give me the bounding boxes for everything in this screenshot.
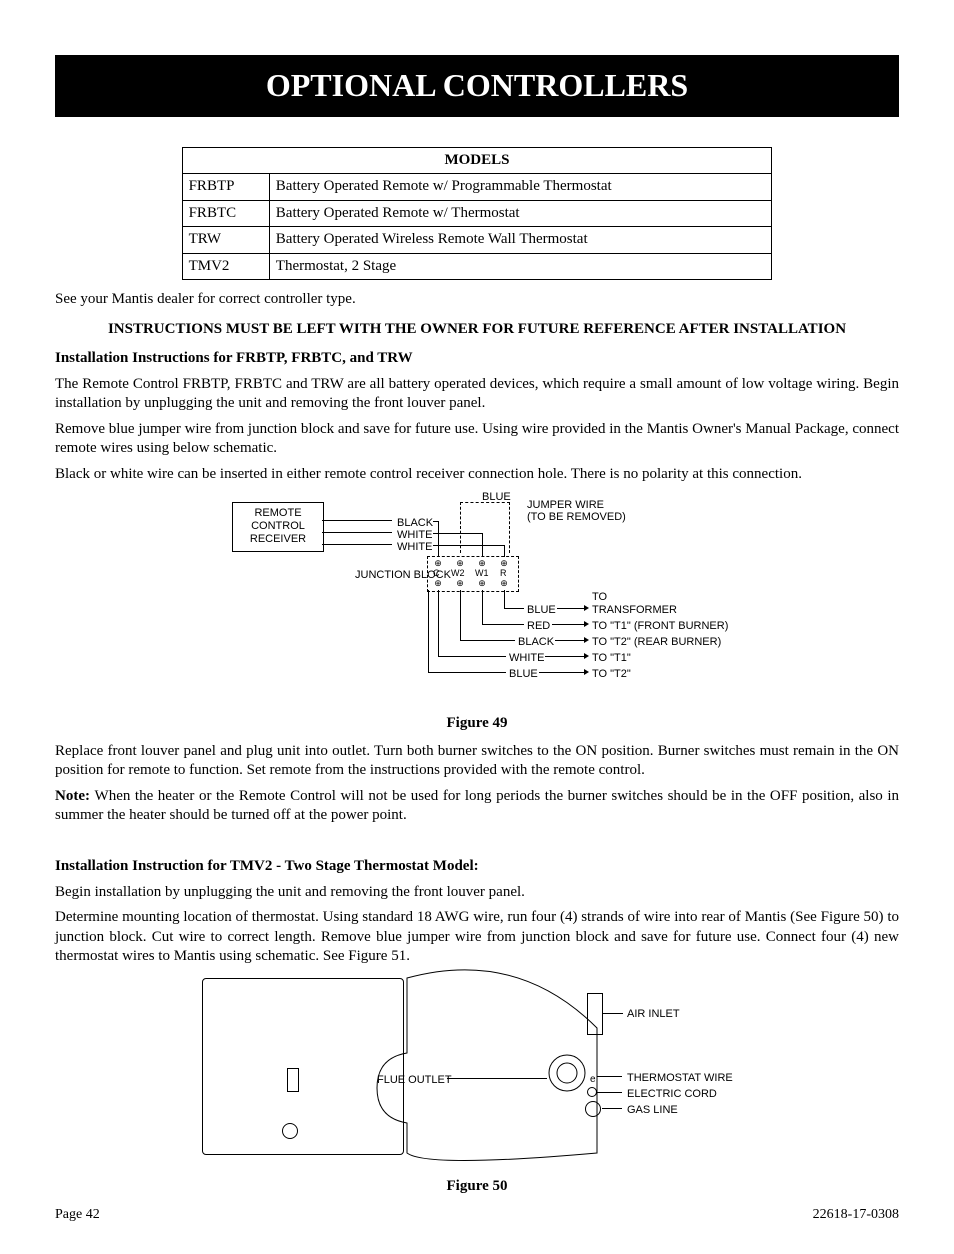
curved-duct xyxy=(347,968,627,1168)
label-out-black: BLACK xyxy=(518,635,554,649)
label-t2: TO "T2" xyxy=(592,667,631,681)
model-desc: Battery Operated Remote w/ Programmable … xyxy=(269,174,772,201)
label-thermostat-wire: THERMOSTAT WIRE xyxy=(627,1071,733,1085)
label-gas-line: GAS LINE xyxy=(627,1103,678,1117)
page-title: OPTIONAL CONTROLLERS xyxy=(55,55,899,117)
label-w2: W2 xyxy=(451,568,465,580)
label-t2-rear: TO "T2" (REAR BURNER) xyxy=(592,635,721,649)
remote-receiver-box: REMOTE CONTROL RECEIVER xyxy=(232,502,324,552)
note-label: Note: xyxy=(55,788,90,804)
footer-left: Page 42 xyxy=(55,1206,100,1224)
figure-50-schematic: FLUE OUTLET AIR INLET THERMOSTAT WIRE e … xyxy=(197,973,757,1173)
footer-right: 22618-17-0308 xyxy=(813,1206,899,1224)
section1-heading: Installation Instructions for FRBTP, FRB… xyxy=(55,349,899,369)
figure-49-caption: Figure 49 xyxy=(55,714,899,734)
label-junction-block: JUNCTION BLOCK xyxy=(355,568,415,582)
models-header: MODELS xyxy=(182,147,772,174)
label-out-blue: BLUE xyxy=(527,603,556,617)
model-code: FRBTC xyxy=(182,200,269,227)
section1-p2: Remove blue jumper wire from junction bl… xyxy=(55,420,899,459)
label-out-red: RED xyxy=(527,619,550,633)
see-dealer-text: See your Mantis dealer for correct contr… xyxy=(55,290,899,310)
model-code: TMV2 xyxy=(182,253,269,280)
table-row: FRBTCBattery Operated Remote w/ Thermost… xyxy=(182,200,772,227)
model-desc: Thermostat, 2 Stage xyxy=(269,253,772,280)
model-desc: Battery Operated Wireless Remote Wall Th… xyxy=(269,227,772,254)
label-w1: W1 xyxy=(475,568,489,580)
section2-heading: Installation Instruction for TMV2 - Two … xyxy=(55,857,899,877)
note-text: When the heater or the Remote Control wi… xyxy=(55,788,899,824)
table-row: TMV2Thermostat, 2 Stage xyxy=(182,253,772,280)
section1-p3: Black or white wire can be inserted in e… xyxy=(55,465,899,485)
label-c: C xyxy=(433,568,440,580)
label-r: R xyxy=(500,568,507,580)
model-code: TRW xyxy=(182,227,269,254)
label-out-blue2: BLUE xyxy=(509,667,538,681)
label-out-white: WHITE xyxy=(509,651,544,665)
model-code: FRBTP xyxy=(182,174,269,201)
model-desc: Battery Operated Remote w/ Thermostat xyxy=(269,200,772,227)
section1b-p4: Replace front louver panel and plug unit… xyxy=(55,742,899,781)
section1b-note: Note: When the heater or the Remote Cont… xyxy=(55,787,899,826)
instruction-banner: INSTRUCTIONS MUST BE LEFT WITH THE OWNER… xyxy=(55,320,899,340)
label-white2: WHITE xyxy=(397,540,432,554)
section2-p2: Determine mounting location of thermosta… xyxy=(55,908,899,967)
models-table: MODELS FRBTPBattery Operated Remote w/ P… xyxy=(182,147,773,281)
label-t1-front: TO "T1" (FRONT BURNER) xyxy=(592,619,728,633)
figure-49-schematic: REMOTE CONTROL RECEIVER BLUE JUMPER WIRE… xyxy=(227,490,727,710)
label-flue-outlet: FLUE OUTLET xyxy=(377,1073,452,1087)
label-transformer: TRANSFORMER xyxy=(592,603,677,617)
label-air-inlet: AIR INLET xyxy=(627,1007,680,1021)
section2-p1: Begin installation by unplugging the uni… xyxy=(55,883,899,903)
air-inlet-slot xyxy=(587,993,603,1035)
label-electric-cord: ELECTRIC CORD xyxy=(627,1087,717,1101)
label-jumper-removed: (TO BE REMOVED) xyxy=(527,510,626,524)
label-t1: TO "T1" xyxy=(592,651,631,665)
section1-p1: The Remote Control FRBTP, FRBTC and TRW … xyxy=(55,375,899,414)
table-row: TRWBattery Operated Wireless Remote Wall… xyxy=(182,227,772,254)
page-footer: Page 42 22618-17-0308 xyxy=(55,1206,899,1224)
figure-50-caption: Figure 50 xyxy=(55,1177,899,1197)
table-row: FRBTPBattery Operated Remote w/ Programm… xyxy=(182,174,772,201)
